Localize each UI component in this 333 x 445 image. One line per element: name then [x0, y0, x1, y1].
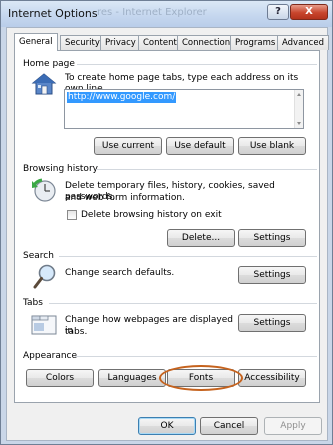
colors-button[interactable]: Colors	[26, 369, 94, 387]
appearance-section-title: Appearance	[23, 351, 78, 361]
close-button[interactable]: X	[290, 4, 328, 20]
tab-advanced[interactable]: Advanced	[277, 35, 329, 50]
ok-button[interactable]: OK	[138, 417, 196, 435]
home-page-url-textarea[interactable]: http://www.google.com/	[64, 89, 304, 129]
use-default-button[interactable]: Use default	[166, 137, 234, 155]
scroll-down-arrow-icon[interactable]	[297, 122, 301, 125]
fonts-button[interactable]: Fonts	[167, 369, 235, 387]
browsing-history-settings-button[interactable]: Settings	[238, 229, 306, 247]
tab-content[interactable]: Content	[138, 35, 182, 50]
tabs-description-line2: tabs.	[65, 327, 88, 337]
internet-options-window: Internet Options res - Internet Explorer…	[0, 0, 333, 445]
tabs-section-title: Tabs	[23, 298, 43, 308]
appearance-divider	[75, 356, 317, 357]
search-section-title: Search	[23, 251, 54, 261]
tab-security[interactable]: Security	[60, 35, 105, 50]
search-settings-button[interactable]: Settings	[238, 266, 306, 284]
use-blank-button[interactable]: Use blank	[238, 137, 306, 155]
search-description: Change search defaults.	[65, 268, 175, 278]
home-page-section-title: Home page	[23, 59, 75, 69]
accessibility-button[interactable]: Accessibility	[238, 369, 306, 387]
tabs-description-line1: Change how webpages are displayed in	[65, 315, 234, 336]
delete-button[interactable]: Delete...	[167, 229, 235, 247]
help-button[interactable]: ?	[267, 4, 289, 20]
tab-privacy[interactable]: Privacy	[100, 35, 141, 50]
apply-button[interactable]: Apply	[264, 417, 322, 435]
scroll-up-arrow-icon[interactable]	[297, 93, 301, 96]
magnifier-icon	[33, 264, 56, 289]
languages-button[interactable]: Languages	[98, 369, 166, 387]
tab-general[interactable]: General	[14, 33, 58, 51]
house-icon	[31, 73, 57, 95]
delete-history-on-exit-label[interactable]: Delete browsing history on exit	[81, 210, 222, 221]
browsing-history-description-line2: and web form information.	[65, 193, 185, 203]
url-scrollbar[interactable]	[294, 90, 303, 128]
use-current-button[interactable]: Use current	[94, 137, 162, 155]
delete-history-on-exit-checkbox[interactable]	[67, 210, 77, 220]
background-window-title: res - Internet Explorer	[97, 7, 207, 18]
cancel-button[interactable]: Cancel	[200, 417, 258, 435]
history-clock-icon	[32, 178, 56, 202]
window-title: Internet Options	[8, 7, 98, 20]
tab-programs[interactable]: Programs	[230, 35, 281, 50]
home-page-url-value: http://www.google.com/	[67, 92, 177, 103]
tabs-divider	[49, 303, 317, 304]
browsing-history-divider	[96, 169, 317, 170]
browsing-history-section-title: Browsing history	[23, 164, 98, 174]
tabs-settings-button[interactable]: Settings	[238, 314, 306, 332]
tabs-window-icon	[31, 315, 57, 335]
search-divider	[59, 256, 317, 257]
title-bar[interactable]: Internet Options res - Internet Explorer…	[1, 1, 332, 27]
home-page-divider	[77, 64, 317, 65]
